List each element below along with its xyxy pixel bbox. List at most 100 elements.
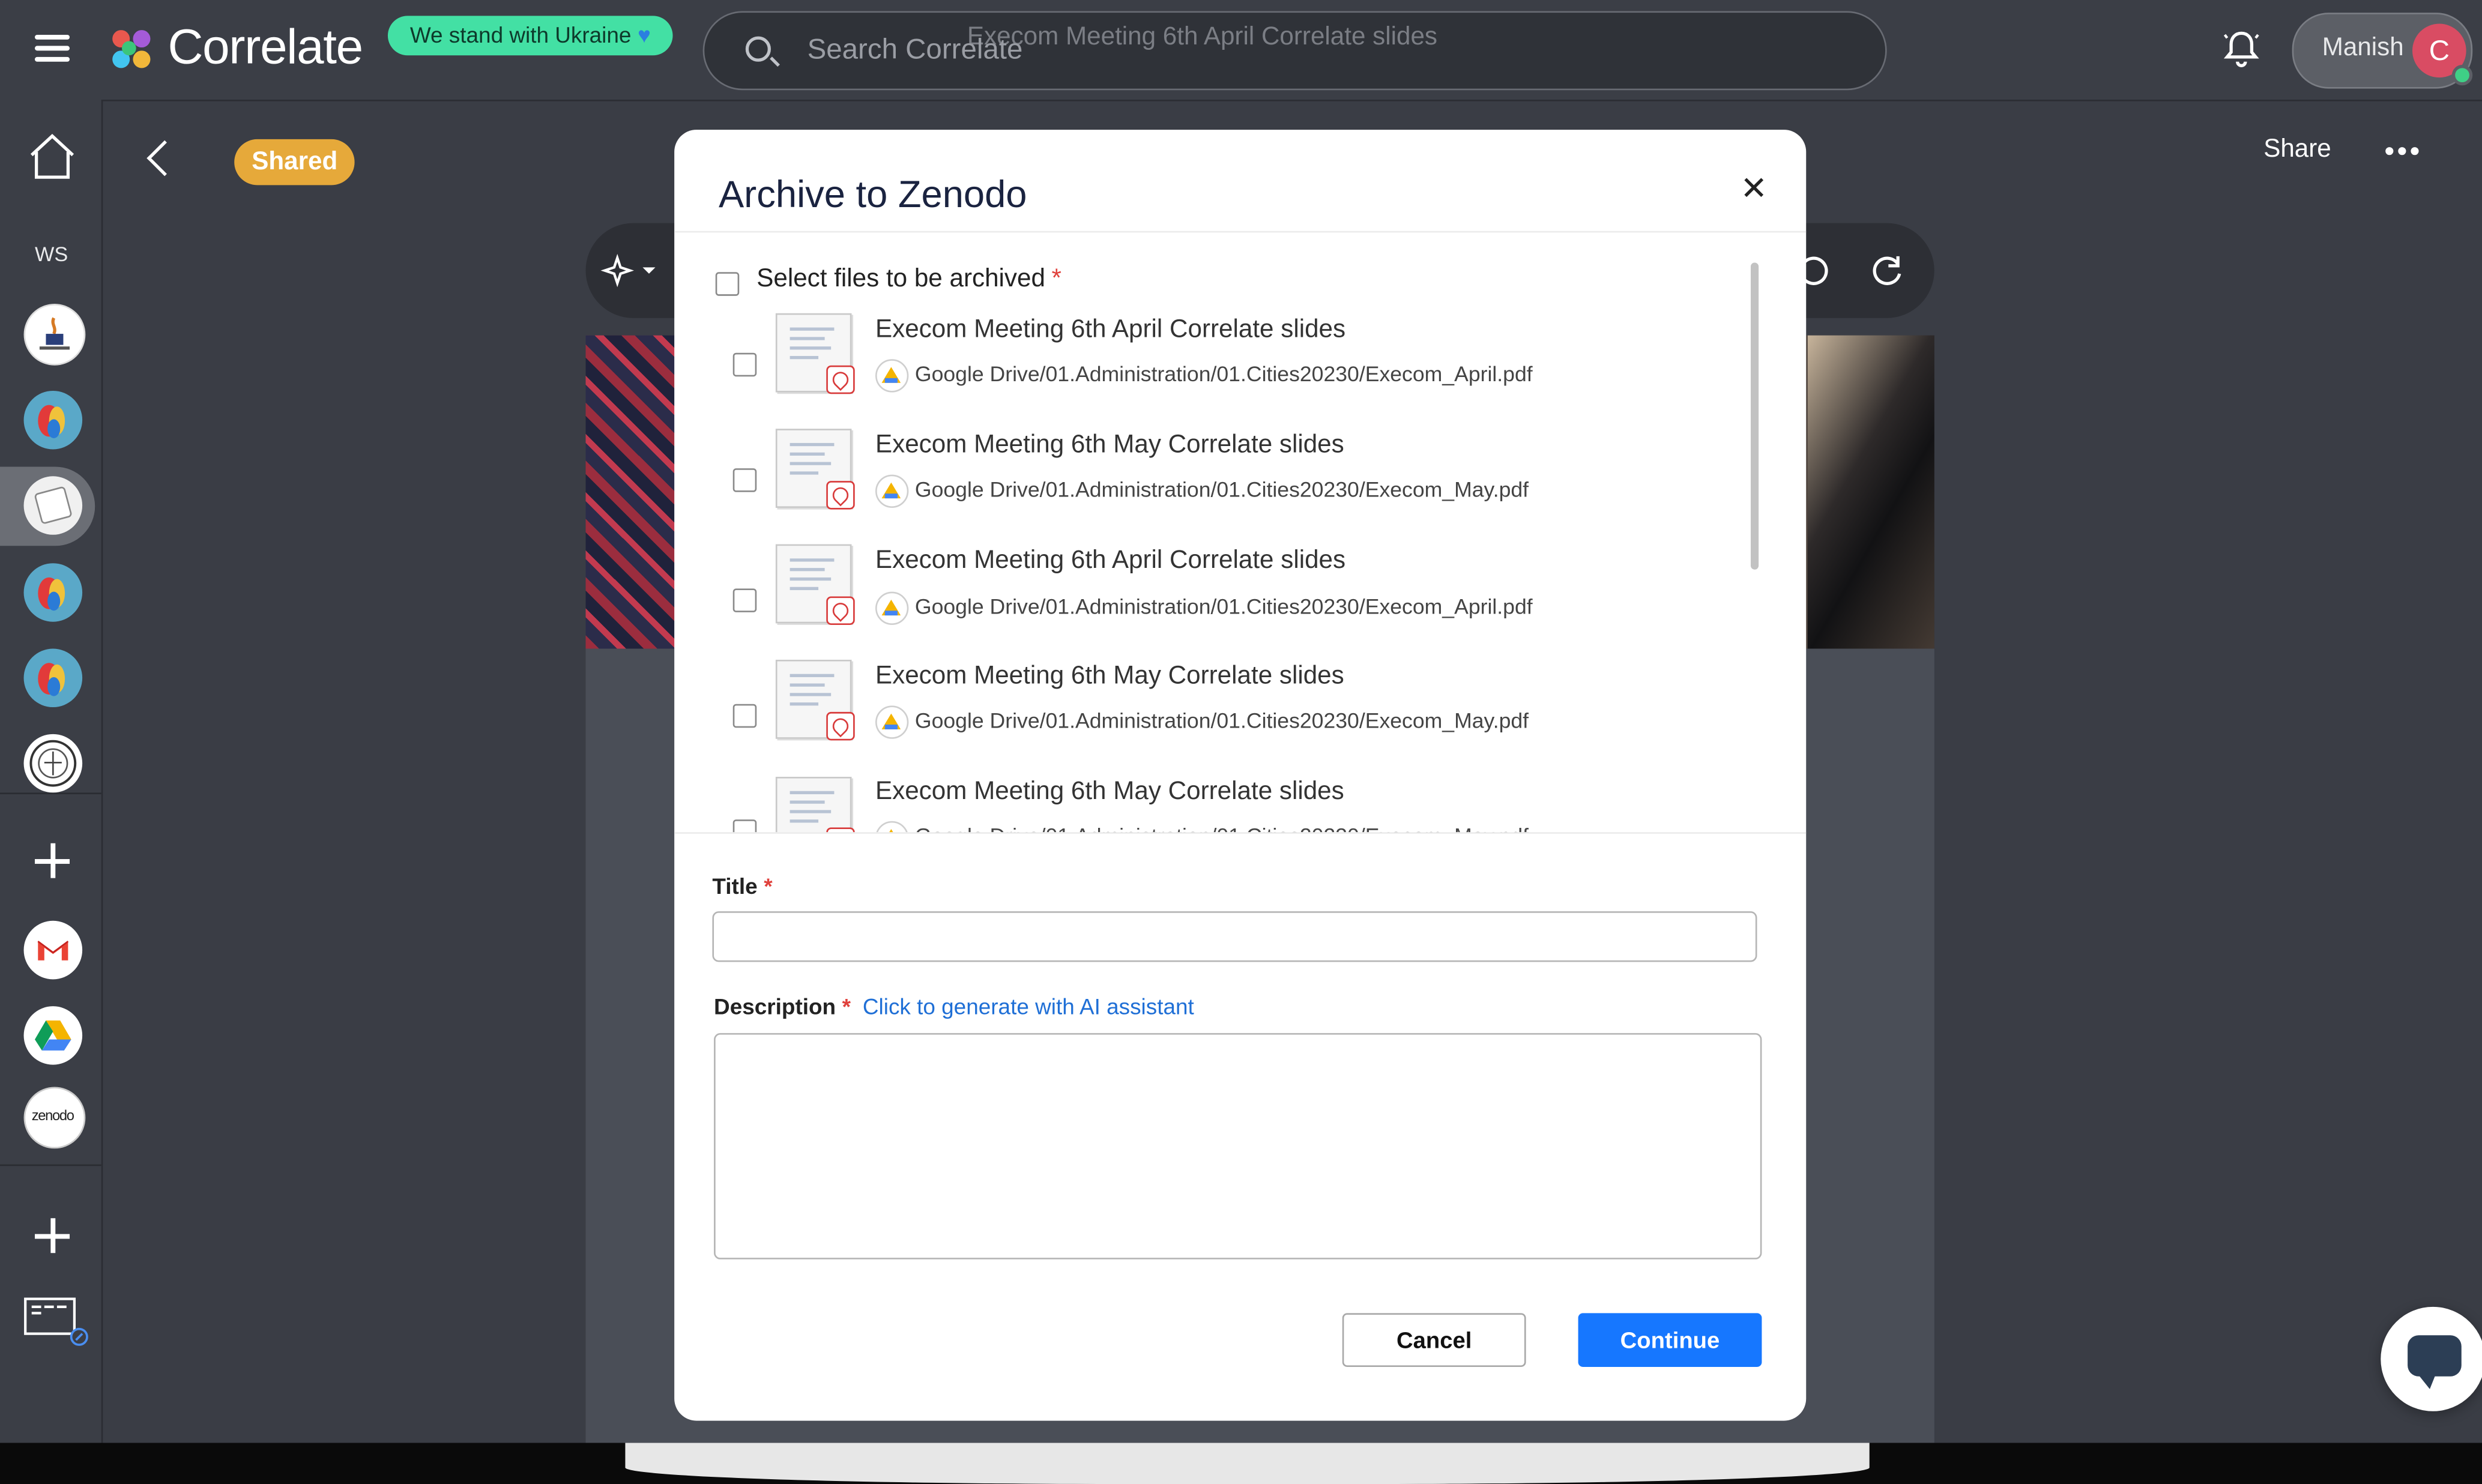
google-drive-icon <box>35 1020 71 1051</box>
pdf-icon <box>826 365 855 394</box>
title-input[interactable] <box>712 911 1757 962</box>
file-path: Google Drive/01.Administration/01.Cities… <box>914 708 1529 733</box>
redo-icon[interactable] <box>1871 255 1906 289</box>
title-label-text: Title <box>712 873 758 899</box>
integration-google-drive[interactable] <box>23 1006 83 1065</box>
file-path: Google Drive/01.Administration/01.Cities… <box>914 362 1533 387</box>
gmail-icon <box>37 941 69 961</box>
modal-title: Archive to Zenodo <box>718 173 1027 217</box>
correlate-logo-icon <box>112 30 157 71</box>
top-bar: Correlate We stand with Ukraine ♥ Execom … <box>0 0 2482 101</box>
seal-logo-icon <box>29 740 77 787</box>
add-workspace-button[interactable] <box>35 843 70 878</box>
user-name: Manish <box>2322 34 2404 62</box>
archive-modal: Archive to Zenodo Select files to be arc… <box>674 130 1807 1421</box>
workspace-notes[interactable] <box>23 476 83 535</box>
cancel-button[interactable]: Cancel <box>1342 1313 1526 1367</box>
file-checkbox[interactable] <box>732 588 757 612</box>
parrot-logo-icon <box>38 577 65 611</box>
select-all-checkbox[interactable] <box>715 272 740 296</box>
file-path: Google Drive/01.Administration/01.Cities… <box>914 477 1529 502</box>
menu-icon[interactable] <box>35 34 73 63</box>
chat-support-button[interactable] <box>2381 1306 2482 1411</box>
sidebar-divider <box>0 792 101 794</box>
file-list: Execom Meeting 6th April Correlate slide… <box>674 307 1806 833</box>
workspace-seal[interactable] <box>23 734 83 793</box>
file-name: Execom Meeting 6th April Correlate slide… <box>875 316 1346 343</box>
file-path: Google Drive/01.Administration/01.Cities… <box>915 824 1529 832</box>
select-files-label: Select files to be archived * <box>756 266 1061 294</box>
sidebar-divider <box>0 1164 101 1166</box>
description-textarea[interactable] <box>714 1033 1762 1259</box>
close-icon[interactable] <box>1740 174 1768 202</box>
file-checkbox[interactable] <box>732 819 757 833</box>
torn-paper-edge <box>625 1443 1870 1484</box>
file-item[interactable]: Execom Meeting 6th May Correlate slides … <box>674 423 1751 533</box>
parrot-logo-icon <box>38 405 65 439</box>
note-paper-icon <box>34 486 72 524</box>
integration-gmail[interactable] <box>23 920 83 980</box>
workspace-parrot-2[interactable] <box>23 563 83 622</box>
required-mark: * <box>842 994 851 1019</box>
google-drive-icon <box>875 359 909 393</box>
file-name: Execom Meeting 6th May Correlate slides <box>875 778 1344 806</box>
file-path: Google Drive/01.Administration/01.Cities… <box>914 594 1533 619</box>
university-logo-icon <box>39 317 70 350</box>
heart-icon: ♥ <box>638 22 651 48</box>
file-list-scrollbar[interactable] <box>1750 262 1759 570</box>
cover-image-tablet <box>1807 335 1934 649</box>
file-name: Execom Meeting 6th May Correlate slides <box>875 663 1344 690</box>
workspace-parrot-3[interactable] <box>23 648 83 708</box>
ai-magic-icon[interactable] <box>599 252 659 293</box>
ai-generate-link[interactable]: Click to generate with AI assistant <box>863 994 1194 1019</box>
file-name: Execom Meeting 6th April Correlate slide… <box>875 547 1346 575</box>
back-arrow-icon[interactable] <box>146 140 183 176</box>
pdf-icon <box>826 481 855 510</box>
parrot-logo-icon <box>38 663 65 696</box>
continue-button[interactable]: Continue <box>1578 1313 1762 1367</box>
shared-status-badge[interactable]: Shared <box>234 139 355 186</box>
description-label-text: Description <box>714 994 836 1019</box>
ukraine-badge-label: We stand with Ukraine <box>409 22 632 48</box>
workspace-parrot-1[interactable] <box>23 390 83 450</box>
notification-bell-icon[interactable] <box>2223 28 2260 70</box>
online-status-dot <box>2451 65 2473 86</box>
file-item[interactable]: Execom Meeting 6th May Correlate slides … <box>674 769 1751 833</box>
workspaces-label: WS <box>35 242 68 266</box>
zenodo-icon: zenodo <box>31 1107 74 1124</box>
workspace-university[interactable] <box>23 303 86 366</box>
app-root: Correlate We stand with Ukraine ♥ Execom … <box>0 0 2482 1484</box>
select-files-text: Select files to be archived <box>756 265 1045 293</box>
user-menu[interactable]: Manish C <box>2292 13 2473 89</box>
integration-zenodo[interactable]: zenodo <box>23 1087 86 1149</box>
sidebar: WS zenodo <box>0 100 103 1484</box>
pdf-icon <box>826 711 855 741</box>
search-icon <box>745 36 771 62</box>
file-item[interactable]: Execom Meeting 6th April Correlate slide… <box>674 307 1751 417</box>
file-item[interactable]: Execom Meeting 6th April Correlate slide… <box>674 538 1751 648</box>
file-checkbox[interactable] <box>732 468 757 492</box>
modal-header-divider <box>674 231 1807 233</box>
file-item[interactable]: Execom Meeting 6th May Correlate slides … <box>674 653 1751 764</box>
google-drive-icon <box>875 591 909 625</box>
search-bar[interactable]: Execom Meeting 6th April Correlate slide… <box>702 11 1887 91</box>
board-view-icon[interactable] <box>24 1295 94 1350</box>
file-checkbox[interactable] <box>732 352 757 377</box>
add-integration-button[interactable] <box>35 1218 70 1253</box>
required-mark: * <box>764 873 773 899</box>
google-drive-icon <box>875 474 909 508</box>
share-button[interactable]: Share <box>2263 136 2331 164</box>
title-label: Title * <box>712 873 772 899</box>
chat-bubble-icon <box>2408 1335 2462 1389</box>
home-icon[interactable] <box>27 131 77 182</box>
app-logo-text[interactable]: Correlate <box>168 19 363 76</box>
file-list-divider <box>674 832 1807 834</box>
search-suggestion-text: Execom Meeting 6th April Correlate slide… <box>967 23 1438 51</box>
search-input[interactable]: Search Correlate <box>808 33 1023 66</box>
file-checkbox[interactable] <box>732 704 757 728</box>
pdf-icon <box>826 827 855 833</box>
pdf-icon <box>826 596 855 625</box>
google-drive-icon <box>875 821 909 833</box>
more-options-icon[interactable] <box>2385 147 2420 157</box>
ukraine-badge[interactable]: We stand with Ukraine ♥ <box>387 16 673 56</box>
